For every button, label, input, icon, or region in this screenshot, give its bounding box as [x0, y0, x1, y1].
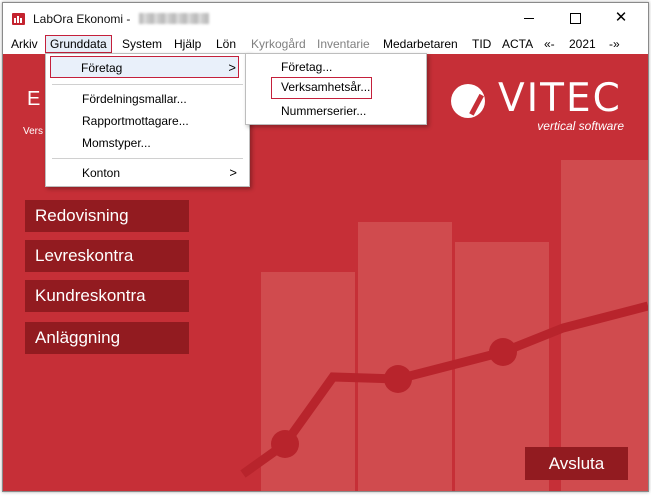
redovisning-button[interactable]: Redovisning [25, 200, 189, 232]
menu-hjalp[interactable]: Hjälp [174, 37, 201, 51]
redacted-company-name [139, 13, 209, 24]
exit-button[interactable]: Avsluta [525, 447, 628, 480]
menu-item-nummerserier[interactable]: Nummerserier... [246, 100, 426, 122]
menu-tid[interactable]: TID [472, 37, 491, 51]
menu-arkiv[interactable]: Arkiv [11, 37, 38, 51]
menu-item-foretag-dialog[interactable]: Företag... [246, 56, 426, 78]
menu-year-next[interactable]: -» [609, 37, 620, 51]
minimize-icon [524, 18, 534, 19]
kundreskontra-button[interactable]: Kundreskontra [25, 280, 189, 312]
app-window: LabOra Ekonomi - ✕ Arkiv Grunddata Syste… [2, 2, 649, 492]
menu-system[interactable]: System [122, 37, 162, 51]
menu-item-label: Företag [81, 61, 123, 75]
logo-wordmark: VITEC [498, 76, 622, 121]
menu-kyrkogard: Kyrkogård [251, 37, 306, 51]
logo-subtitle: vertical software [537, 119, 624, 133]
menu-medarbetaren[interactable]: Medarbetaren [383, 37, 458, 51]
menu-item-konton[interactable]: Konton > [46, 162, 249, 184]
menu-year-previous[interactable]: «- [544, 37, 555, 51]
maximize-icon [570, 13, 581, 24]
menu-year: 2021 [569, 37, 596, 51]
close-button[interactable]: ✕ [598, 3, 644, 33]
menu-item-label: Konton [82, 166, 121, 180]
menu-item-rapportmottagare[interactable]: Rapportmottagare... [46, 110, 249, 132]
vitec-mark-icon [451, 84, 485, 118]
window-title: LabOra Ekonomi - [33, 12, 131, 26]
version-label: Vers [23, 126, 44, 137]
vitec-logo: VITEC vertical software [451, 76, 626, 146]
menu-inventarie: Inventarie [317, 37, 370, 51]
menu-item-momstyper[interactable]: Momstyper... [46, 132, 249, 154]
menu-item-foretag[interactable]: Företag > [50, 56, 239, 78]
chevron-right-icon: > [229, 165, 237, 180]
app-logo-icon [12, 13, 25, 25]
menu-item-verksamhetsar[interactable]: Verksamhetsår... [271, 77, 372, 99]
menu-bar: Arkiv Grunddata System Hjälp Lön Kyrkogå… [3, 34, 648, 54]
menu-lon[interactable]: Lön [216, 37, 236, 51]
levreskontra-button[interactable]: Levreskontra [25, 240, 189, 272]
menu-separator [52, 84, 243, 85]
anlaggning-button[interactable]: Anläggning [25, 322, 189, 354]
menu-separator [52, 158, 243, 159]
foretag-submenu: Företag... Verksamhetsår... Nummerserier… [245, 53, 427, 125]
minimize-button[interactable] [506, 3, 552, 33]
chevron-right-icon: > [228, 60, 236, 75]
grunddata-menu: Företag > Fördelningsmallar... Rapportmo… [45, 53, 250, 187]
maximize-button[interactable] [552, 3, 598, 33]
module-title: E [27, 88, 41, 110]
title-bar: LabOra Ekonomi - ✕ [3, 3, 648, 33]
menu-item-fordelningsmallar[interactable]: Fördelningsmallar... [46, 88, 249, 110]
menu-grunddata[interactable]: Grunddata [45, 35, 112, 53]
close-icon: ✕ [614, 9, 628, 26]
menu-acta[interactable]: ACTA [502, 37, 533, 51]
